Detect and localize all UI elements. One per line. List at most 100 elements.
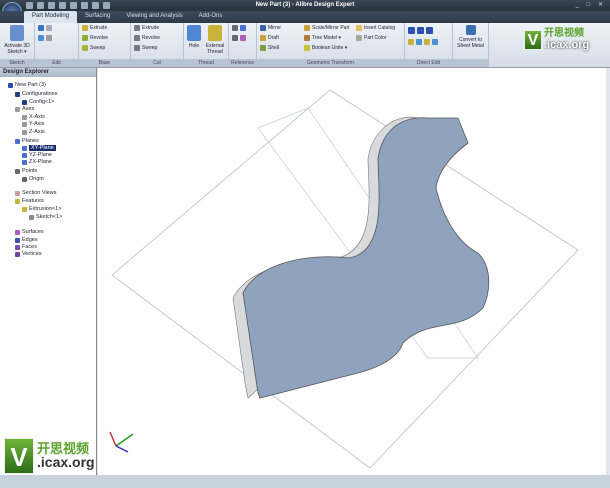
tree-model-button[interactable]: Tree Model ▾ <box>301 33 353 43</box>
tree-node-label: Faces <box>22 244 37 250</box>
insert-catalog-button[interactable]: Insert Catalog <box>353 23 403 33</box>
convert-sheet-metal-button[interactable]: Convert to Sheet Metal <box>453 23 489 67</box>
tab-viewing-analysis[interactable]: Viewing and Analysis <box>118 11 190 23</box>
tree-node-icon <box>15 237 20 243</box>
scale-mirror-part-button[interactable]: Scale/Mirror Part <box>301 23 353 33</box>
tree-node-icon <box>22 129 27 135</box>
tree-node[interactable]: Surfaces <box>15 229 44 235</box>
model-view[interactable] <box>98 68 606 475</box>
tree-node[interactable]: Features <box>15 198 44 204</box>
tree-node[interactable]: Planes <box>15 138 39 144</box>
group-label: Direct Edit <box>405 59 452 67</box>
tree-node-label: Origin <box>29 176 44 182</box>
tree-node[interactable]: Section Views <box>15 190 56 196</box>
tree-node-icon <box>8 82 13 88</box>
window-controls[interactable]: _ □ ✕ <box>576 1 606 8</box>
tree-node[interactable]: Origin <box>22 176 44 182</box>
direct-edit-icon[interactable] <box>417 26 424 34</box>
tree-node[interactable]: Edges <box>15 237 38 243</box>
base-revolve-button[interactable]: Revolve <box>79 33 130 43</box>
tree-node-label: Axes <box>22 106 35 112</box>
mirror-button[interactable]: Mirror <box>257 23 301 33</box>
tree-node-label: Edges <box>22 237 38 243</box>
tree-node[interactable]: Y-Axis <box>22 121 44 127</box>
design-explorer-title: Design Explorer <box>0 68 96 77</box>
base-sweep-button[interactable]: Sweep <box>79 43 130 53</box>
tree-node[interactable]: ZX-Plane <box>22 159 52 165</box>
tree-node[interactable]: Extrusion<1> <box>22 206 61 212</box>
direct-edit-icon[interactable] <box>416 39 422 45</box>
draft-icon <box>260 35 266 41</box>
group-label: Edit <box>35 59 78 67</box>
tree-node[interactable]: Axes <box>15 106 34 112</box>
tree-node-icon <box>15 244 20 250</box>
edit-icon[interactable] <box>46 25 52 31</box>
direct-edit-icon[interactable] <box>408 39 414 45</box>
ribbon-tabs: Part Modeling Surfacing Viewing and Anal… <box>0 11 610 23</box>
part-color-button[interactable]: Part Color <box>353 33 403 43</box>
tree-node[interactable]: XY-Plane <box>22 145 56 151</box>
tree-node-icon <box>15 198 20 204</box>
direct-edit-icon[interactable] <box>408 26 415 34</box>
tree-node-label: Config<1> <box>29 99 55 105</box>
tree-node[interactable]: Vertices <box>15 251 42 257</box>
group-geometric-transform: Mirror Draft Shell Scale/Mirror Part Tre… <box>257 23 405 67</box>
tree-node-icon <box>29 214 34 220</box>
tab-surfacing[interactable]: Surfacing <box>77 11 118 23</box>
tree-node-icon <box>22 145 27 151</box>
base-extrude-button[interactable]: Extrude <box>79 23 130 33</box>
window-title: New Part (3) - Alibre Design Expert <box>255 2 355 8</box>
catalog-icon <box>356 25 362 31</box>
tree-node[interactable]: Z-Axis <box>22 129 45 135</box>
edit-icon[interactable] <box>38 25 44 31</box>
tree-node[interactable]: X-Axis <box>22 114 45 120</box>
axis-icon[interactable] <box>232 25 238 31</box>
plane-icon[interactable] <box>240 25 246 31</box>
tree-node-label: XY-Plane <box>29 145 56 151</box>
3d-viewport[interactable] <box>98 68 606 475</box>
sweep-icon <box>82 45 88 51</box>
group-cut: Extrude Revolve Sweep Cut <box>131 23 184 67</box>
edit-icon[interactable] <box>46 35 52 41</box>
direct-edit-icon[interactable] <box>432 39 438 45</box>
scale-icon <box>304 25 310 31</box>
triad-icon <box>109 431 134 453</box>
sheet-metal-icon <box>465 25 476 35</box>
direct-edit-icon[interactable] <box>424 39 430 45</box>
tree-node-label: ZX-Plane <box>29 159 52 165</box>
tree-node[interactable]: Configurations <box>15 91 57 97</box>
point-icon[interactable] <box>232 35 238 41</box>
tree-node[interactable]: YZ-Plane <box>22 152 52 158</box>
boolean-unite-button[interactable]: Boolean Unite ▾ <box>301 43 353 53</box>
group-label: Reference <box>229 59 256 67</box>
edit-icon[interactable] <box>38 35 44 41</box>
tree-node[interactable]: Sketch<1> <box>29 214 62 220</box>
tab-add-ons[interactable]: Add-Ons <box>191 11 231 23</box>
tab-part-modeling[interactable]: Part Modeling <box>24 11 78 23</box>
tree-node-label: Features <box>22 198 44 204</box>
draft-button[interactable]: Draft <box>257 33 301 43</box>
cut-extrude-button[interactable]: Extrude <box>131 23 183 33</box>
watermark-bottom: V 开思视频 .icax.org <box>4 438 95 474</box>
tree-node-label: Sketch<1> <box>36 214 63 220</box>
boolean-icon <box>304 45 310 51</box>
tree-node[interactable]: New Part (3) <box>8 82 46 88</box>
hole-icon <box>187 25 201 41</box>
shell-button[interactable]: Shell <box>257 43 301 53</box>
direct-edit-icon[interactable] <box>426 26 433 34</box>
activate-3d-sketch-button[interactable]: Activate 3D Sketch ▾ <box>0 23 34 55</box>
extrude-icon <box>82 25 88 31</box>
sweep-cut-icon <box>134 45 140 51</box>
csys-icon[interactable] <box>240 35 246 41</box>
tree-node-label: Planes <box>22 138 39 144</box>
cut-revolve-button[interactable]: Revolve <box>131 33 183 43</box>
cut-sweep-button[interactable]: Sweep <box>131 43 183 53</box>
tree-node-label: Section Views <box>22 190 57 196</box>
tree-node[interactable]: Config<1> <box>22 99 54 105</box>
revolve-icon <box>82 35 88 41</box>
tree-node-label: X-Axis <box>29 114 45 120</box>
extrude-cut-icon <box>134 25 140 31</box>
tree-node[interactable]: Points <box>15 168 37 174</box>
tree-node-icon <box>15 251 20 257</box>
tree-node[interactable]: Faces <box>15 244 37 250</box>
